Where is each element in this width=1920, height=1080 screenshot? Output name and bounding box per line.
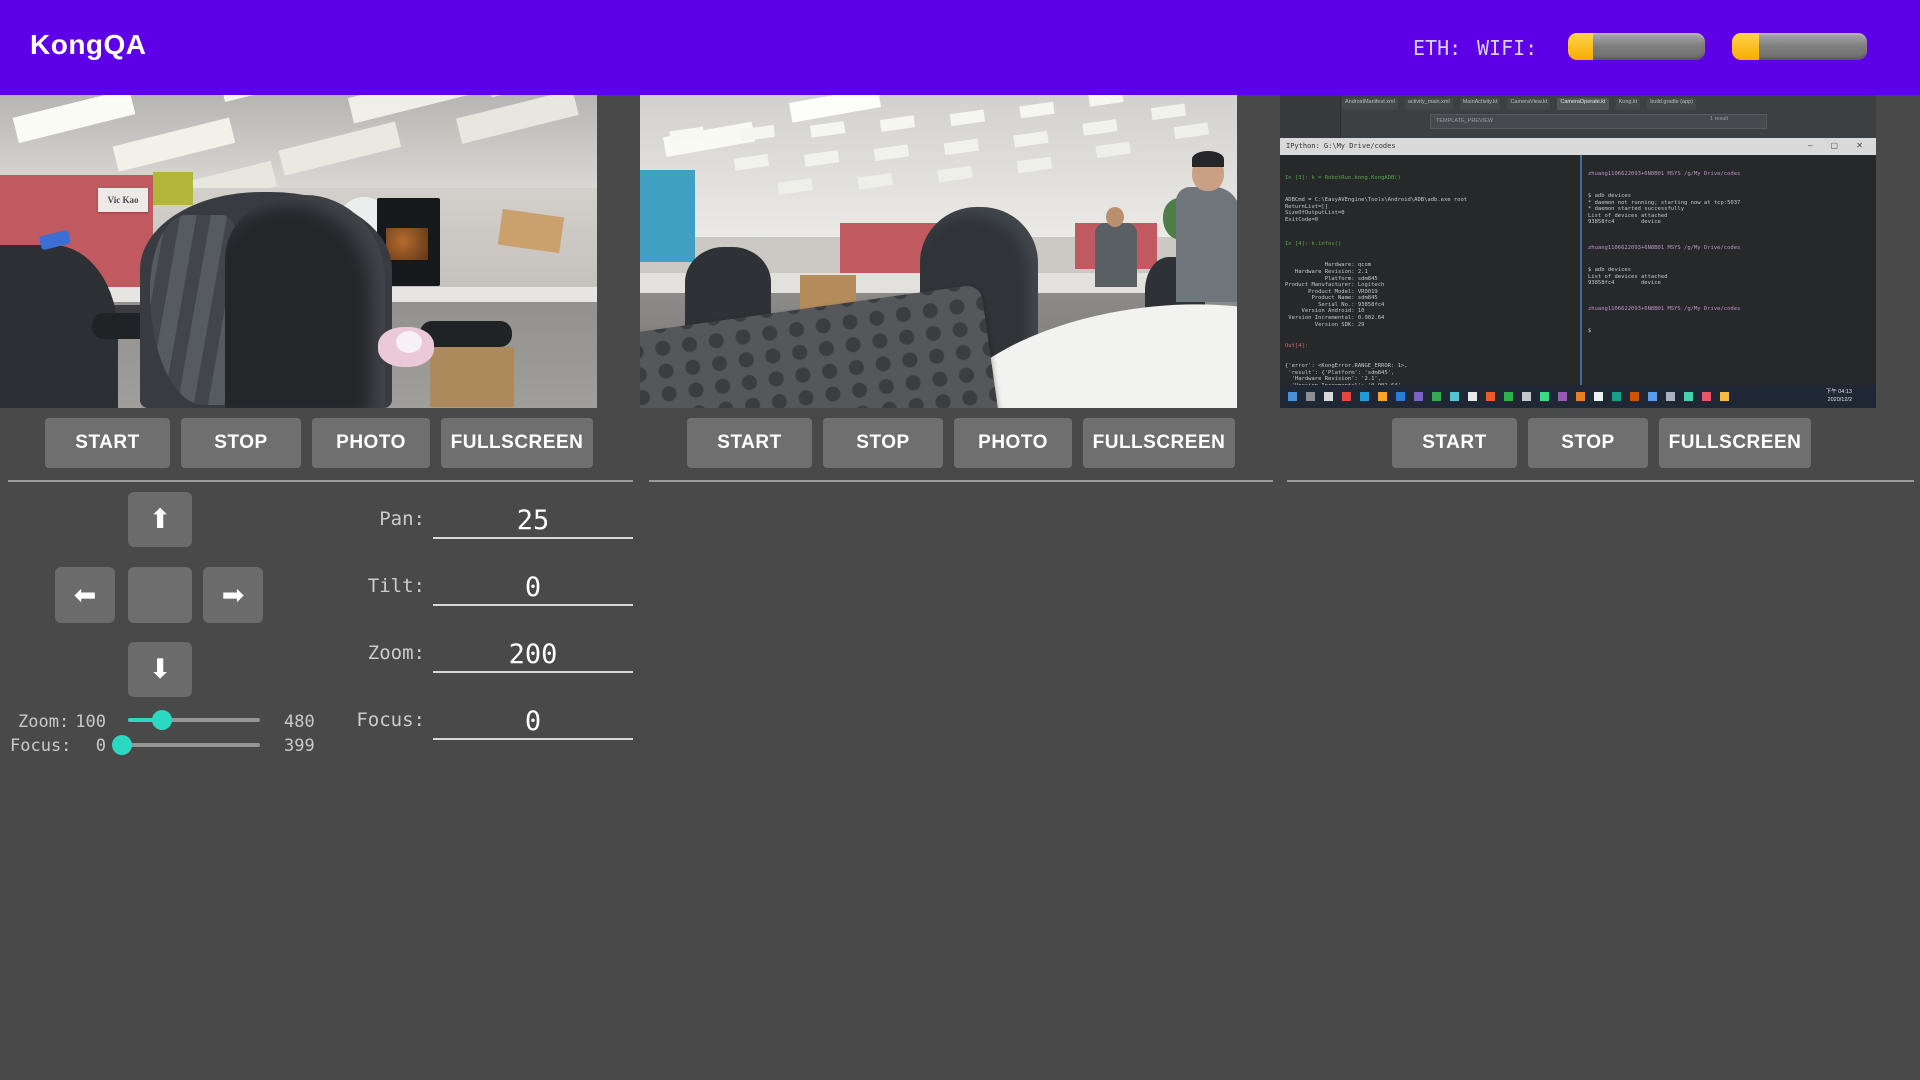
camera-1-fullscreen-button[interactable]: FULLSCREEN bbox=[441, 418, 593, 468]
ide-tab-bar: AndroidManifest.xml activity_main.xml Ma… bbox=[1342, 98, 1872, 110]
console-prompt: zhuang1106622093+6N8B01 MSYS /g/My Drive… bbox=[1588, 306, 1868, 313]
tilt-input[interactable] bbox=[433, 570, 633, 606]
camera-1-photo-button[interactable]: PHOTO bbox=[312, 418, 430, 468]
focus-input[interactable] bbox=[433, 704, 633, 740]
focus-slider-track[interactable] bbox=[122, 743, 260, 747]
app-title: KongQA bbox=[30, 29, 147, 61]
camera-feed-2 bbox=[640, 95, 1237, 408]
ptz-home-button[interactable] bbox=[128, 567, 192, 623]
zoom-slider-track[interactable] bbox=[128, 718, 260, 722]
zoom-slider-min: 100 bbox=[60, 712, 106, 732]
focus-slider-max: 399 bbox=[284, 736, 315, 756]
console-line: $ bbox=[1588, 328, 1868, 335]
ide-tab: activity_main.xml bbox=[1405, 98, 1453, 110]
pan-input[interactable] bbox=[433, 503, 633, 539]
panel-2-divider bbox=[649, 480, 1273, 482]
camera-2-button-row: START STOP PHOTO FULLSCREEN bbox=[687, 418, 1235, 468]
console-right-pane: zhuang1106622093+6N8B01 MSYS /g/My Drive… bbox=[1588, 158, 1868, 347]
camera-2-stop-button[interactable]: STOP bbox=[823, 418, 943, 468]
tilt-field-label: Tilt: bbox=[300, 575, 425, 597]
ide-tab-active: CameraOperate.kt bbox=[1557, 98, 1608, 110]
zoom-input[interactable] bbox=[433, 637, 633, 673]
camera-2-fullscreen-button[interactable]: FULLSCREEN bbox=[1083, 418, 1235, 468]
console-line: Hardware: qcom Hardware Revision: 2.1 Pl… bbox=[1285, 262, 1577, 328]
green-wall-panel bbox=[153, 172, 193, 205]
kongqa-app: KongQA ETH: WIFI: Vic Kao bbox=[0, 0, 1920, 1080]
person-body bbox=[1176, 187, 1237, 302]
ide-tab: Kong.kt bbox=[1616, 98, 1641, 110]
person bbox=[1095, 223, 1137, 287]
pan-left-button[interactable]: ⬅ bbox=[55, 567, 115, 623]
eth-label: ETH: bbox=[1413, 36, 1461, 60]
camera-1-start-button[interactable]: START bbox=[45, 418, 170, 468]
console-line: In [4]: k.infos() bbox=[1285, 241, 1577, 248]
focus-slider-min: 0 bbox=[60, 736, 106, 756]
ceiling bbox=[640, 95, 1237, 237]
pan-field-label: Pan: bbox=[300, 508, 425, 530]
up-arrow-icon: ⬆ bbox=[149, 504, 172, 535]
console-left-pane: In [3]: k = RobotRun.kong.KongADB() ADBC… bbox=[1285, 158, 1577, 408]
eth-signal-bar bbox=[1568, 33, 1705, 60]
console-line: $ adb devices * daemon not running; star… bbox=[1588, 193, 1868, 226]
blue-wall bbox=[640, 170, 695, 262]
monitor-wallpaper bbox=[386, 228, 428, 260]
pan-right-button[interactable]: ➡ bbox=[203, 567, 263, 623]
console-split-divider bbox=[1580, 155, 1582, 385]
camera-2-start-button[interactable]: START bbox=[687, 418, 812, 468]
ide-tab: build.gradle (app) bbox=[1647, 98, 1696, 110]
camera-1-button-row: START STOP PHOTO FULLSCREEN bbox=[45, 418, 593, 468]
eth-signal-fill bbox=[1568, 33, 1593, 60]
camera-3-button-row: START STOP FULLSCREEN bbox=[1392, 418, 1811, 468]
windows-taskbar bbox=[1280, 385, 1876, 408]
zoom-slider-thumb[interactable] bbox=[152, 710, 172, 730]
wifi-label: WIFI: bbox=[1477, 36, 1537, 60]
pink-bag-highlight bbox=[396, 331, 422, 353]
clock-time: 下午 04:13 bbox=[1826, 388, 1852, 396]
ide-tab: AndroidManifest.xml bbox=[1342, 98, 1398, 110]
left-arrow-icon: ⬅ bbox=[74, 580, 97, 611]
console-prompt: zhuang1106622093+6N8B01 MSYS /g/My Drive… bbox=[1588, 245, 1868, 252]
console-line: ADBCmd = C:\EasyAVEngine\Tools\Android\A… bbox=[1285, 197, 1577, 223]
camera-1-stop-button[interactable]: STOP bbox=[181, 418, 301, 468]
wifi-signal-bar bbox=[1732, 33, 1867, 60]
camera-feed-3: AndroidManifest.xml activity_main.xml Ma… bbox=[1280, 95, 1876, 408]
console-line: Out[4]: bbox=[1285, 343, 1577, 350]
ide-tab: MainActivity.kt bbox=[1460, 98, 1501, 110]
console-line: $ adb devices List of devices attached 9… bbox=[1588, 267, 1868, 287]
console-window-title: IPython: G:\My Drive/codes bbox=[1286, 142, 1396, 150]
panel-3-divider bbox=[1287, 480, 1914, 482]
person-head bbox=[1106, 207, 1124, 227]
zoom-field-label: Zoom: bbox=[300, 642, 425, 664]
focus-field-label: Focus: bbox=[300, 709, 425, 731]
camera-2-photo-button[interactable]: PHOTO bbox=[954, 418, 1072, 468]
wifi-signal-fill bbox=[1732, 33, 1759, 60]
camera-3-fullscreen-button[interactable]: FULLSCREEN bbox=[1659, 418, 1811, 468]
tilt-down-button[interactable]: ⬇ bbox=[128, 642, 192, 697]
camera-3-start-button[interactable]: START bbox=[1392, 418, 1517, 468]
name-sign: Vic Kao bbox=[98, 188, 148, 212]
down-arrow-icon: ⬇ bbox=[149, 654, 172, 685]
console-prompt: zhuang1106622093+6N8B01 MSYS /g/My Drive… bbox=[1588, 171, 1868, 178]
taskbar-icons bbox=[1288, 392, 1297, 401]
right-arrow-icon: ➡ bbox=[222, 580, 245, 611]
app-header: KongQA ETH: WIFI: bbox=[0, 0, 1920, 95]
camera-3-stop-button[interactable]: STOP bbox=[1528, 418, 1648, 468]
ide-project-pane bbox=[1280, 95, 1341, 138]
clock-date: 2020/12/2 bbox=[1826, 396, 1852, 404]
cardboard-box bbox=[430, 347, 514, 407]
ide-search-result: 1 result bbox=[1710, 116, 1728, 122]
taskbar-clock: 下午 04:13 2020/12/2 bbox=[1826, 388, 1852, 404]
ide-tab: CameraView.kt bbox=[1507, 98, 1550, 110]
window-controls-icons: – ▢ ✕ bbox=[1808, 141, 1871, 150]
console-line: In [3]: k = RobotRun.kong.KongADB() bbox=[1285, 175, 1577, 182]
person-hair bbox=[1192, 151, 1224, 167]
camera-feed-1: Vic Kao bbox=[0, 95, 597, 408]
panel-1-divider bbox=[8, 480, 633, 482]
focus-slider-thumb[interactable] bbox=[112, 735, 132, 755]
black-jacket bbox=[225, 195, 385, 408]
tilt-up-button[interactable]: ⬆ bbox=[128, 492, 192, 547]
